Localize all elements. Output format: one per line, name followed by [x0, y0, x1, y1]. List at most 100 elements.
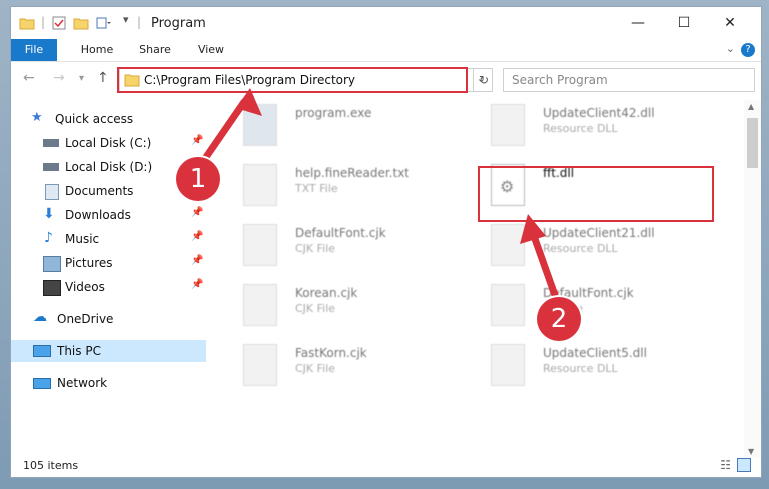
- folder-icon: [19, 18, 35, 30]
- separator: |: [41, 15, 46, 29]
- nav-label: Pictures: [65, 256, 113, 270]
- tab-share[interactable]: Share: [133, 39, 177, 61]
- nav-item-downloads[interactable]: ⬇ Downloads 📌: [11, 204, 206, 226]
- tab-view[interactable]: View: [189, 39, 233, 61]
- file-item[interactable]: program.exe: [231, 100, 481, 156]
- forward-icon[interactable]: →: [53, 70, 65, 86]
- nav-item-pictures[interactable]: Pictures 📌: [11, 252, 206, 274]
- cjk-file-icon: [491, 284, 525, 326]
- file-name: UpdateClient5.dll: [543, 346, 647, 360]
- documents-icon: [45, 184, 59, 200]
- search-input[interactable]: Search Program: [503, 68, 755, 92]
- pin-icon[interactable]: 📌: [191, 231, 203, 242]
- nav-label: Videos: [65, 280, 105, 294]
- pc-icon: [33, 345, 51, 357]
- file-item[interactable]: UpdateClient42.dll Resource DLL: [479, 100, 729, 156]
- file-item[interactable]: UpdateClient5.dll Resource DLL: [479, 340, 729, 396]
- large-icons-view-icon[interactable]: [737, 458, 751, 472]
- nav-label: Local Disk (D:): [65, 160, 153, 174]
- window-title: Program: [151, 16, 206, 31]
- minimize-button[interactable]: —: [615, 7, 661, 39]
- file-item[interactable]: DefaultFont.cjk CJK File: [479, 280, 729, 336]
- vertical-scrollbar[interactable]: ▲ ▼: [744, 100, 761, 458]
- file-item[interactable]: UpdateClient21.dll Resource DLL: [479, 220, 729, 276]
- nav-label: Music: [65, 232, 100, 246]
- address-highlight-box: [117, 67, 468, 93]
- dll-file-icon: [491, 224, 525, 266]
- pin-icon[interactable]: 📌: [191, 255, 203, 266]
- scroll-up-icon[interactable]: ▲: [748, 102, 754, 111]
- step-1-badge: 1: [176, 157, 220, 201]
- music-icon: ♪: [44, 230, 53, 246]
- pin-icon[interactable]: 📌: [191, 207, 203, 218]
- txt-file-icon: [243, 164, 277, 206]
- nav-item-local-disk-c[interactable]: Local Disk (C:) 📌: [11, 132, 206, 154]
- cjk-file-icon: [243, 344, 277, 386]
- new-folder-icon[interactable]: [73, 15, 89, 31]
- nav-item-quick-access[interactable]: ★ Quick access: [11, 108, 206, 130]
- videos-icon: [43, 280, 61, 296]
- network-icon: [33, 378, 51, 389]
- tab-file[interactable]: File: [11, 39, 57, 61]
- nav-label: This PC: [57, 344, 101, 358]
- recent-locations-icon[interactable]: ▾: [79, 73, 84, 84]
- properties-icon[interactable]: [51, 15, 67, 31]
- pictures-icon: [43, 256, 61, 272]
- pin-icon[interactable]: 📌: [191, 279, 203, 290]
- step-2-badge: 2: [537, 297, 581, 341]
- file-name: UpdateClient42.dll: [543, 106, 655, 120]
- file-name: FastKorn.cjk: [295, 346, 367, 360]
- nav-label: Documents: [65, 184, 134, 198]
- cjk-file-icon: [243, 284, 277, 326]
- nav-item-videos[interactable]: Videos 📌: [11, 276, 206, 298]
- dll-file-icon: [491, 344, 525, 386]
- search-placeholder: Search Program: [512, 73, 608, 87]
- nav-item-network[interactable]: Network: [11, 372, 206, 394]
- dll-file-icon: [491, 104, 525, 146]
- nav-item-music[interactable]: ♪ Music 📌: [11, 228, 206, 250]
- drive-icon: [43, 163, 59, 171]
- file-name: Korean.cjk: [295, 286, 358, 300]
- separator: |: [137, 15, 142, 29]
- file-name: UpdateClient21.dll: [543, 226, 655, 240]
- file-name: help.fineReader.txt: [295, 166, 409, 180]
- pin-icon[interactable]: 📌: [191, 135, 203, 146]
- star-icon: ★: [31, 110, 43, 125]
- close-button[interactable]: ✕: [707, 7, 753, 39]
- file-list: program.exe UpdateClient42.dll Resource …: [215, 100, 745, 460]
- file-name: program.exe: [295, 106, 372, 120]
- customize-toolbar-icon[interactable]: [95, 15, 111, 31]
- item-count: 105 items: [23, 459, 79, 472]
- cjk-file-icon: [243, 224, 277, 266]
- nav-label: OneDrive: [57, 312, 114, 326]
- file-item[interactable]: help.fineReader.txt TXT File: [231, 160, 481, 216]
- drive-icon: [43, 139, 59, 147]
- chevron-down-icon[interactable]: ▾: [123, 13, 129, 26]
- maximize-button[interactable]: ☐: [661, 7, 707, 39]
- exe-file-icon: [243, 104, 277, 146]
- nav-label: Local Disk (C:): [65, 136, 152, 150]
- file-type: TXT File: [295, 182, 338, 195]
- file-type: CJK File: [295, 302, 336, 315]
- file-item[interactable]: FastKorn.cjk CJK File: [231, 340, 481, 396]
- help-icon[interactable]: ?: [741, 43, 755, 57]
- file-type: Resource DLL: [543, 242, 618, 255]
- download-icon: ⬇: [43, 206, 55, 222]
- ribbon-tabs: File Home Share View ⌄ ?: [11, 39, 761, 62]
- file-item[interactable]: DefaultFont.cjk CJK File: [231, 220, 481, 276]
- back-icon[interactable]: ←: [23, 70, 35, 86]
- details-view-icon[interactable]: ☷: [720, 458, 731, 472]
- nav-label: Network: [57, 376, 108, 390]
- tab-home[interactable]: Home: [75, 39, 119, 61]
- refresh-icon[interactable]: ↻: [473, 68, 494, 92]
- file-type: Resource DLL: [543, 362, 618, 375]
- cloud-icon: ☁: [33, 309, 47, 325]
- nav-item-this-pc[interactable]: This PC: [11, 340, 206, 362]
- scrollbar-thumb[interactable]: [747, 118, 758, 168]
- up-icon[interactable]: ↑: [97, 70, 109, 86]
- nav-item-onedrive[interactable]: ☁ OneDrive: [11, 308, 206, 330]
- file-type: Resource DLL: [543, 122, 618, 135]
- expand-ribbon-icon[interactable]: ⌄: [726, 42, 735, 55]
- file-name: DefaultFont.cjk: [295, 226, 386, 240]
- file-item[interactable]: Korean.cjk CJK File: [231, 280, 481, 336]
